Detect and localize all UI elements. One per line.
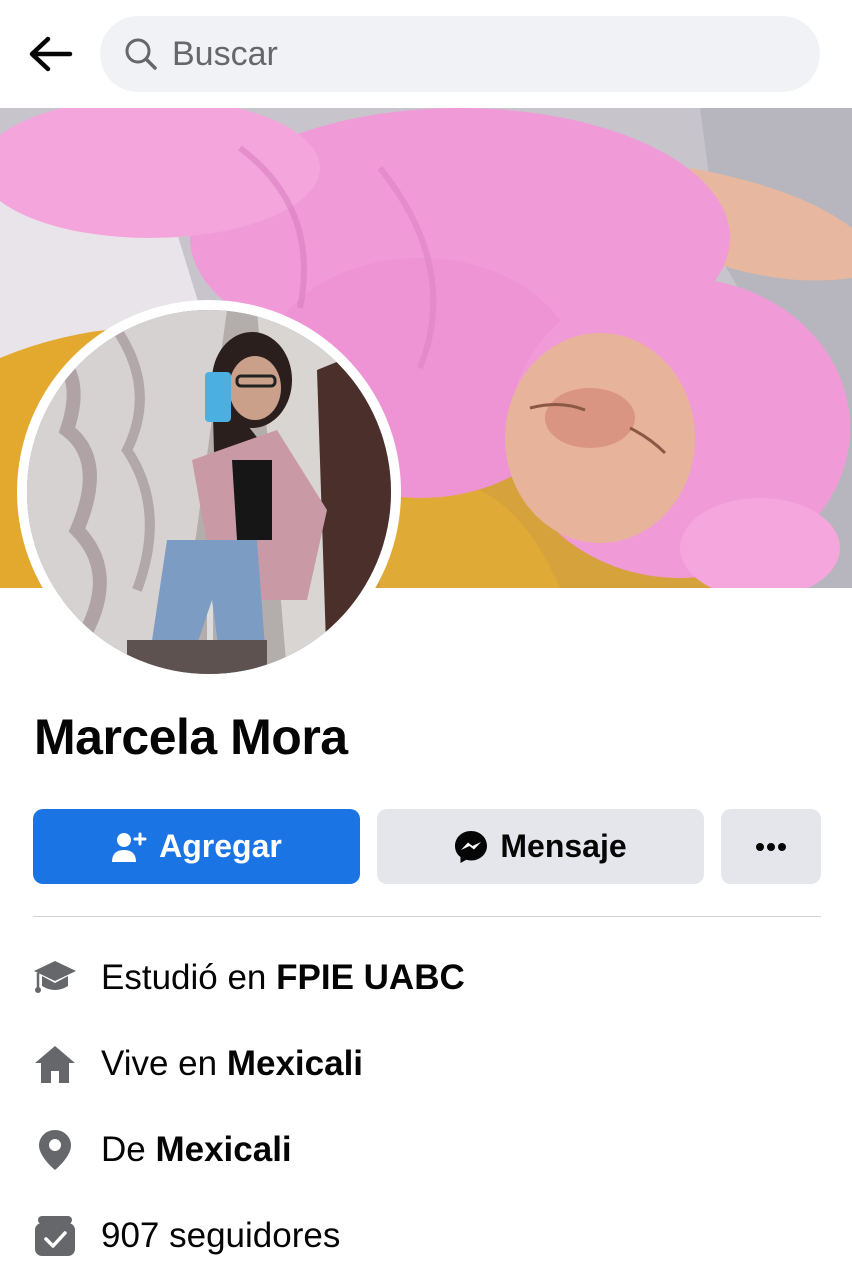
profile-picture[interactable] [27, 310, 391, 674]
lives-in-prefix: Vive en [101, 1044, 227, 1083]
education-school[interactable]: FPIE UABC [276, 958, 465, 997]
more-dots-icon [756, 842, 786, 851]
search-icon [124, 37, 158, 71]
intro-lives-in[interactable]: Vive en Mexicali [33, 1036, 821, 1092]
top-bar [0, 0, 852, 108]
profile-actions: Agregar Mensaje [33, 809, 821, 884]
from-prefix: De [101, 1130, 156, 1169]
more-options-button[interactable] [721, 809, 821, 884]
from-city[interactable]: Mexicali [155, 1130, 291, 1169]
search-bar[interactable] [100, 16, 820, 92]
section-divider [33, 916, 821, 917]
intro-education[interactable]: Estudió en FPIE UABC [33, 950, 821, 1006]
location-pin-icon [33, 1128, 77, 1172]
add-friend-label: Agregar [159, 828, 282, 864]
messenger-icon [454, 830, 488, 864]
followers-count: 907 seguidores [101, 1216, 341, 1255]
followers-icon [33, 1214, 77, 1258]
home-icon [33, 1042, 77, 1086]
intro-followers[interactable]: 907 seguidores [33, 1208, 821, 1264]
lives-in-city[interactable]: Mexicali [227, 1044, 363, 1083]
add-friend-icon [111, 831, 147, 863]
education-prefix: Estudió en [101, 958, 277, 997]
message-button[interactable]: Mensaje [377, 809, 704, 884]
graduation-cap-icon [33, 956, 77, 1000]
back-button[interactable] [22, 28, 78, 80]
arrow-left-icon [29, 36, 73, 72]
intro-from[interactable]: De Mexicali [33, 1122, 821, 1178]
profile-picture-frame[interactable] [17, 300, 401, 684]
search-input[interactable] [172, 34, 732, 74]
profile-name: Marcela Mora [34, 709, 348, 765]
message-label: Mensaje [500, 828, 627, 864]
add-friend-button[interactable]: Agregar [33, 809, 360, 884]
